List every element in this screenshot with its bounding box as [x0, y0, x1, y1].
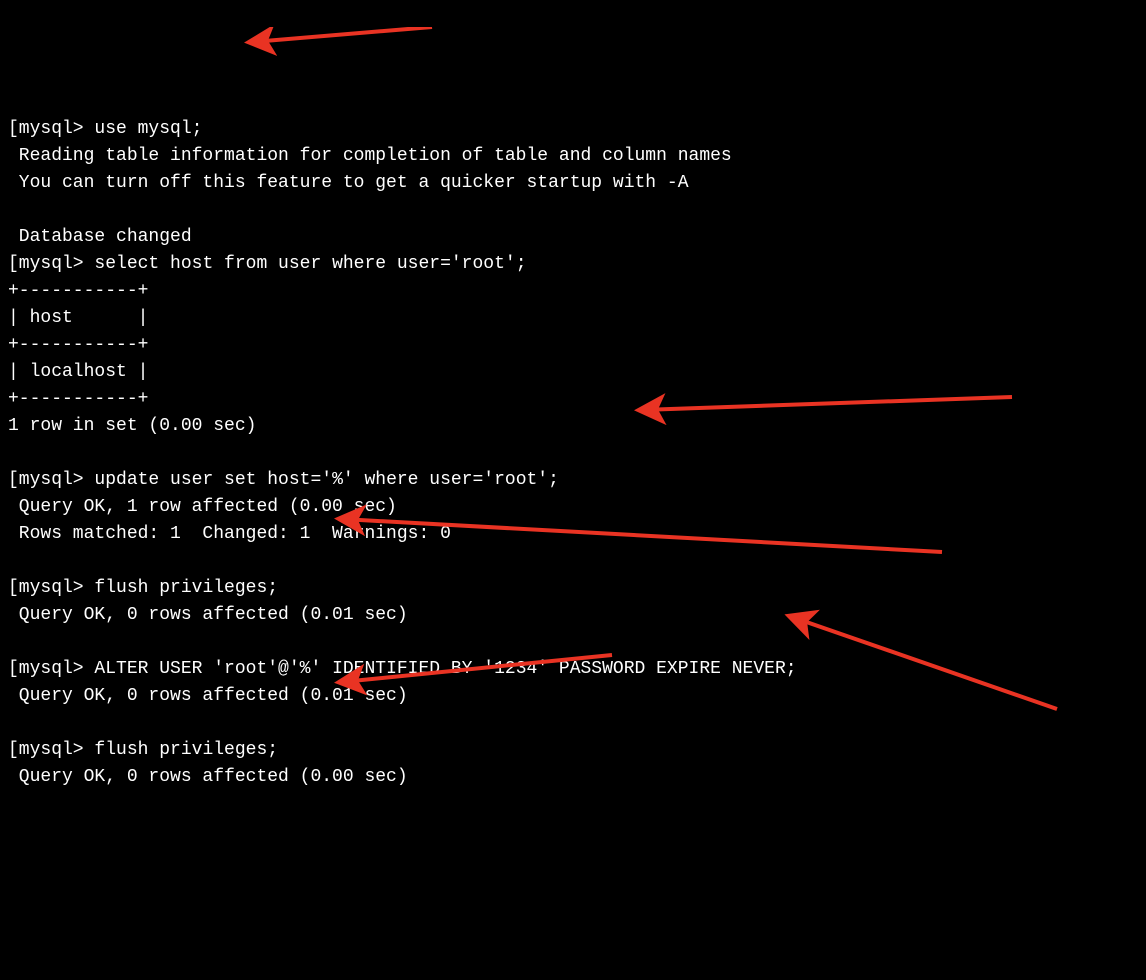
terminal-line: Reading table information for completion…	[8, 143, 1138, 170]
terminal-line	[8, 548, 1138, 575]
mysql-prompt: [mysql>	[8, 254, 84, 274]
output-text: +-----------+	[8, 281, 148, 301]
terminal-line: +-----------+	[8, 278, 1138, 305]
output-text: You can turn off this feature to get a q…	[8, 173, 689, 193]
terminal-line: [mysql> flush privileges;	[8, 575, 1138, 602]
terminal-line: Query OK, 0 rows affected (0.01 sec)	[8, 602, 1138, 629]
output-text: Query OK, 0 rows affected (0.00 sec)	[8, 767, 408, 787]
terminal-line: [mysql> use mysql;	[8, 116, 1138, 143]
output-text: Rows matched: 1 Changed: 1 Warnings: 0	[8, 524, 451, 544]
mysql-prompt: [mysql>	[8, 740, 84, 760]
output-text: | host |	[8, 308, 148, 328]
terminal-line: +-----------+	[8, 386, 1138, 413]
annotation-arrow-icon	[252, 27, 432, 42]
mysql-command: flush privileges;	[84, 578, 278, 598]
mysql-command: select host from user where user='root';	[84, 254, 527, 274]
terminal-line	[8, 440, 1138, 467]
terminal-line: 1 row in set (0.00 sec)	[8, 413, 1138, 440]
mysql-command: ALTER USER 'root'@'%' IDENTIFIED BY '123…	[84, 659, 797, 679]
terminal-line	[8, 197, 1138, 224]
output-text: Reading table information for completion…	[8, 146, 732, 166]
mysql-prompt: [mysql>	[8, 470, 84, 490]
terminal-output[interactable]: [mysql> use mysql; Reading table informa…	[8, 116, 1138, 791]
output-text: +-----------+	[8, 335, 148, 355]
terminal-line: [mysql> update user set host='%' where u…	[8, 467, 1138, 494]
output-text: +-----------+	[8, 389, 148, 409]
output-text: Database changed	[8, 227, 192, 247]
mysql-command: update user set host='%' where user='roo…	[84, 470, 559, 490]
terminal-line: +-----------+	[8, 332, 1138, 359]
terminal-line	[8, 629, 1138, 656]
mysql-command: flush privileges;	[84, 740, 278, 760]
terminal-line: [mysql> select host from user where user…	[8, 251, 1138, 278]
terminal-line: Query OK, 1 row affected (0.00 sec)	[8, 494, 1138, 521]
mysql-prompt: [mysql>	[8, 119, 84, 139]
terminal-line: | localhost |	[8, 359, 1138, 386]
terminal-line: [mysql> flush privileges;	[8, 737, 1138, 764]
terminal-line: | host |	[8, 305, 1138, 332]
output-text: 1 row in set (0.00 sec)	[8, 416, 256, 436]
mysql-prompt: [mysql>	[8, 578, 84, 598]
terminal-line	[8, 710, 1138, 737]
output-text: Query OK, 0 rows affected (0.01 sec)	[8, 686, 408, 706]
terminal-line: Rows matched: 1 Changed: 1 Warnings: 0	[8, 521, 1138, 548]
terminal-line: You can turn off this feature to get a q…	[8, 170, 1138, 197]
mysql-command: use mysql;	[84, 119, 203, 139]
terminal-line: Database changed	[8, 224, 1138, 251]
terminal-line: [mysql> ALTER USER 'root'@'%' IDENTIFIED…	[8, 656, 1138, 683]
output-text: Query OK, 0 rows affected (0.01 sec)	[8, 605, 408, 625]
terminal-line: Query OK, 0 rows affected (0.00 sec)	[8, 764, 1138, 791]
mysql-prompt: [mysql>	[8, 659, 84, 679]
terminal-line: Query OK, 0 rows affected (0.01 sec)	[8, 683, 1138, 710]
output-text: | localhost |	[8, 362, 148, 382]
output-text: Query OK, 1 row affected (0.00 sec)	[8, 497, 397, 517]
